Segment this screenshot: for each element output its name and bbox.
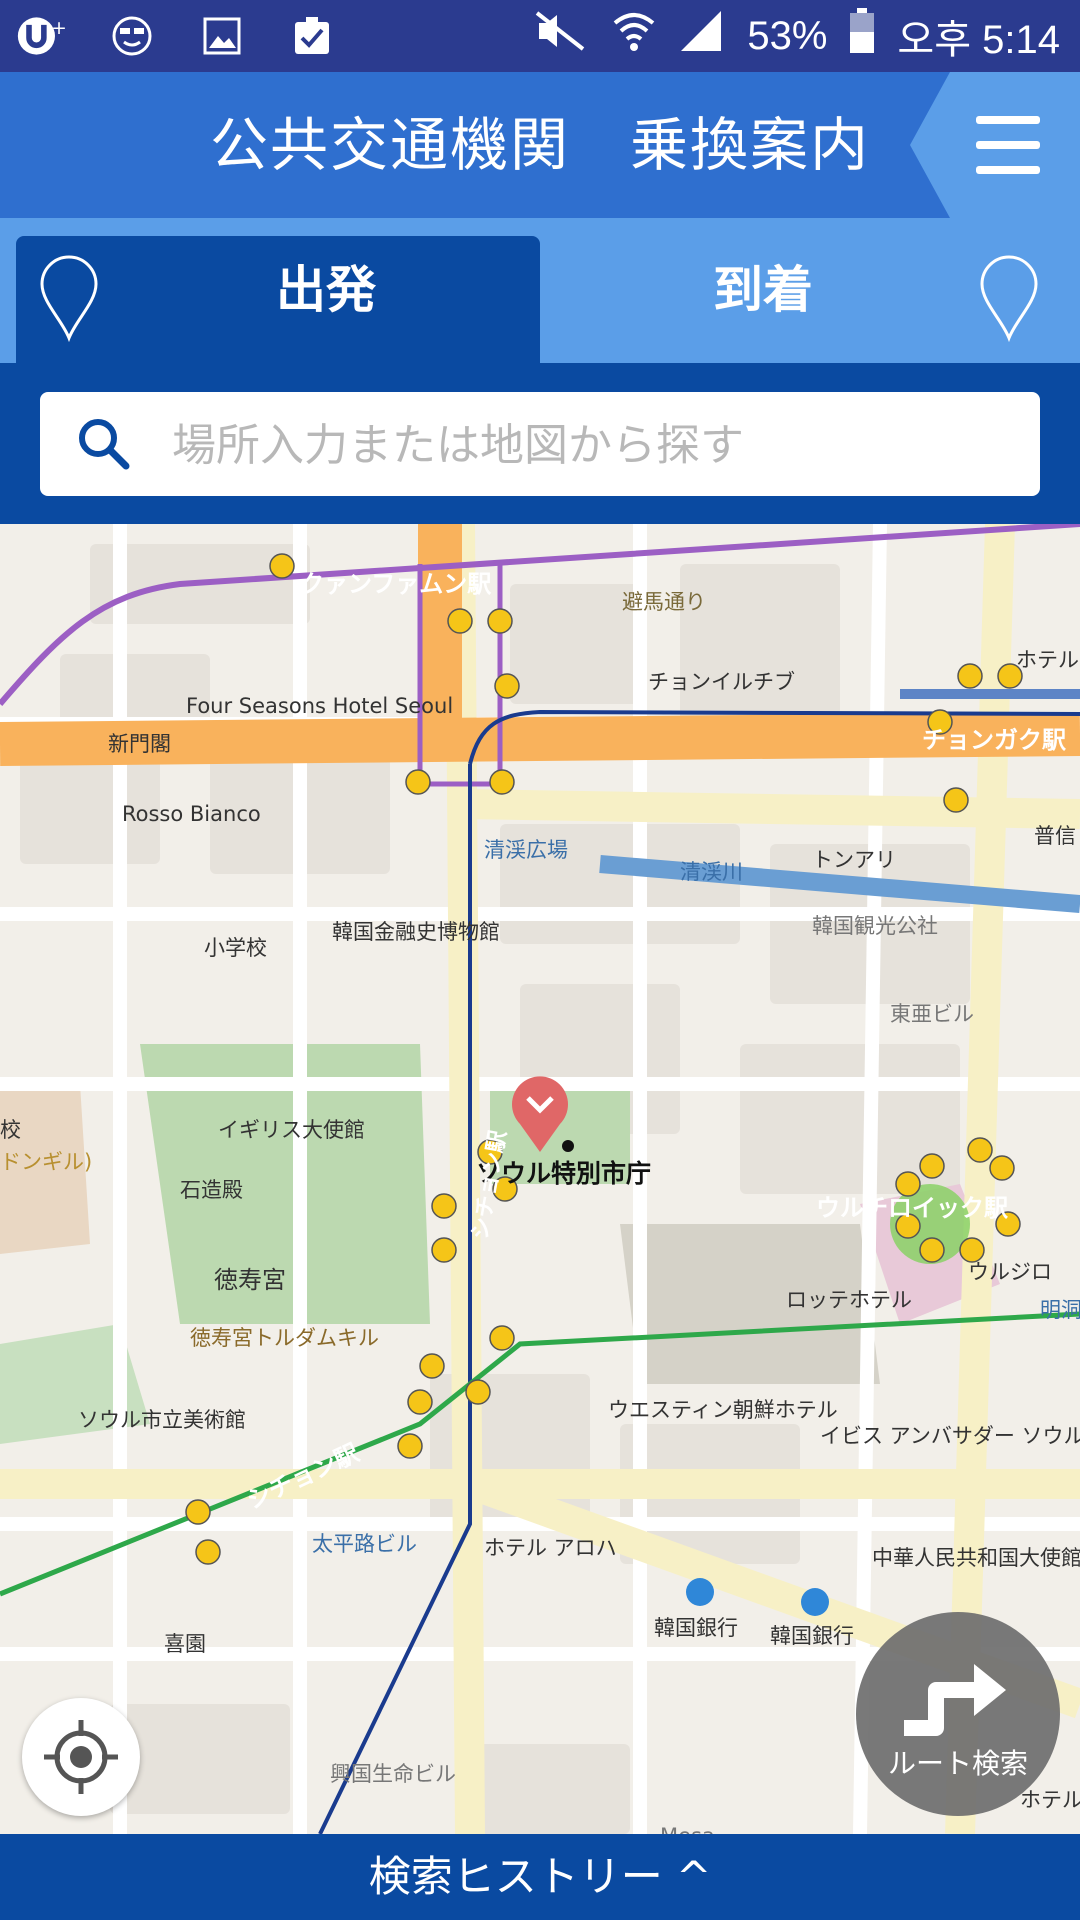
- signal-icon: [679, 9, 725, 63]
- tab-arrive[interactable]: 到着: [540, 236, 1080, 363]
- map-label: Four Seasons Hotel Seoul: [186, 694, 454, 718]
- map-label: クァンファムン駅: [300, 570, 492, 598]
- map-pin-icon: [980, 255, 1038, 342]
- svg-text:+: +: [51, 18, 67, 39]
- map-label: ソウル市立美術館: [78, 1408, 246, 1432]
- map-label: 韓国銀行: [770, 1624, 854, 1648]
- crosshair-icon: [44, 1720, 118, 1794]
- map-label: ウルジロ: [968, 1260, 1052, 1284]
- map-label: 石造殿: [180, 1178, 243, 1202]
- map-label: 新門閣: [108, 732, 171, 756]
- map-label: 興国生命ビル: [330, 1762, 456, 1786]
- clock: 오후 5:14: [897, 18, 1060, 62]
- map-pin-icon: [40, 255, 98, 342]
- route-search-label: ルート検索: [887, 1747, 1028, 1780]
- map-label: 中華人民共和国大使館: [872, 1546, 1080, 1570]
- map-label: 校: [0, 1118, 21, 1142]
- map-label: ホテル アロハ: [484, 1536, 617, 1560]
- map-label: 東亜ビル: [890, 1002, 974, 1026]
- search-history-label: 検索ヒストリー ^: [368, 1852, 712, 1901]
- image-icon: [196, 10, 248, 62]
- map-label: ロッテホテル: [786, 1288, 912, 1312]
- map-label: 喜園: [164, 1632, 206, 1656]
- tab-arrive-label: 到着: [713, 261, 813, 319]
- map-label: Rosso Bianco: [122, 802, 261, 826]
- face-icon: [106, 10, 158, 62]
- battery-icon: [849, 8, 875, 64]
- map-label: 避馬通り: [622, 590, 706, 614]
- map-label: 清渓川: [680, 860, 743, 884]
- tab-depart-label: 出発: [276, 261, 376, 319]
- map-label: ドンギル): [0, 1150, 93, 1174]
- clipboard-check-icon: [286, 10, 338, 62]
- map-label: トンアリ: [812, 848, 896, 872]
- search-box[interactable]: [40, 392, 1040, 498]
- map-label: 普信: [1034, 824, 1076, 848]
- search-history-bar[interactable]: 検索ヒストリー ^: [0, 1834, 1080, 1920]
- map-label: 清渓広場: [484, 838, 568, 862]
- search-icon: [79, 419, 130, 470]
- mute-icon: [533, 9, 589, 63]
- map-label: 韓国銀行: [654, 1616, 738, 1640]
- locate-button[interactable]: [22, 1698, 140, 1816]
- map-label: Mesa: [660, 1824, 715, 1834]
- map-label: 徳寿宮トルダムキル: [190, 1326, 379, 1350]
- map-label: 明洞: [1040, 1298, 1080, 1322]
- battery-percent: 53%: [747, 13, 828, 58]
- map-label: 太平路ビル: [312, 1532, 417, 1556]
- uplus-icon: +: [16, 10, 68, 62]
- map-label: イギリス大使館: [218, 1118, 365, 1142]
- map-label: ホテル: [1016, 648, 1079, 672]
- app-header: 公共交通機関 乗換案内: [0, 72, 1080, 218]
- map-label: イビス アンバサダー ソウル: [820, 1424, 1080, 1448]
- route-search-button[interactable]: ルート検索: [856, 1612, 1060, 1816]
- tab-depart[interactable]: 出発: [16, 236, 540, 363]
- menu-button[interactable]: [910, 72, 1080, 218]
- map-label: チョンガク駅: [922, 726, 1066, 754]
- route-arrow-icon: [904, 1664, 1006, 1736]
- map-label: 徳寿宮: [214, 1266, 286, 1294]
- map-label: ウルチロイック駅: [816, 1194, 1008, 1222]
- map-label: 韓国観光公社: [812, 914, 938, 938]
- search-input[interactable]: [170, 392, 1014, 498]
- wifi-icon: [611, 9, 657, 63]
- map-label: 韓国金融史博物館: [332, 920, 500, 944]
- status-bar: + 53% 오후 5:14: [0, 0, 1080, 72]
- map-label: ホテル: [1020, 1788, 1080, 1812]
- map-label: 小学校: [204, 936, 267, 960]
- map-label: チョンイルチブ: [648, 670, 795, 694]
- map-label: ウエスティン朝鮮ホテル: [608, 1398, 838, 1422]
